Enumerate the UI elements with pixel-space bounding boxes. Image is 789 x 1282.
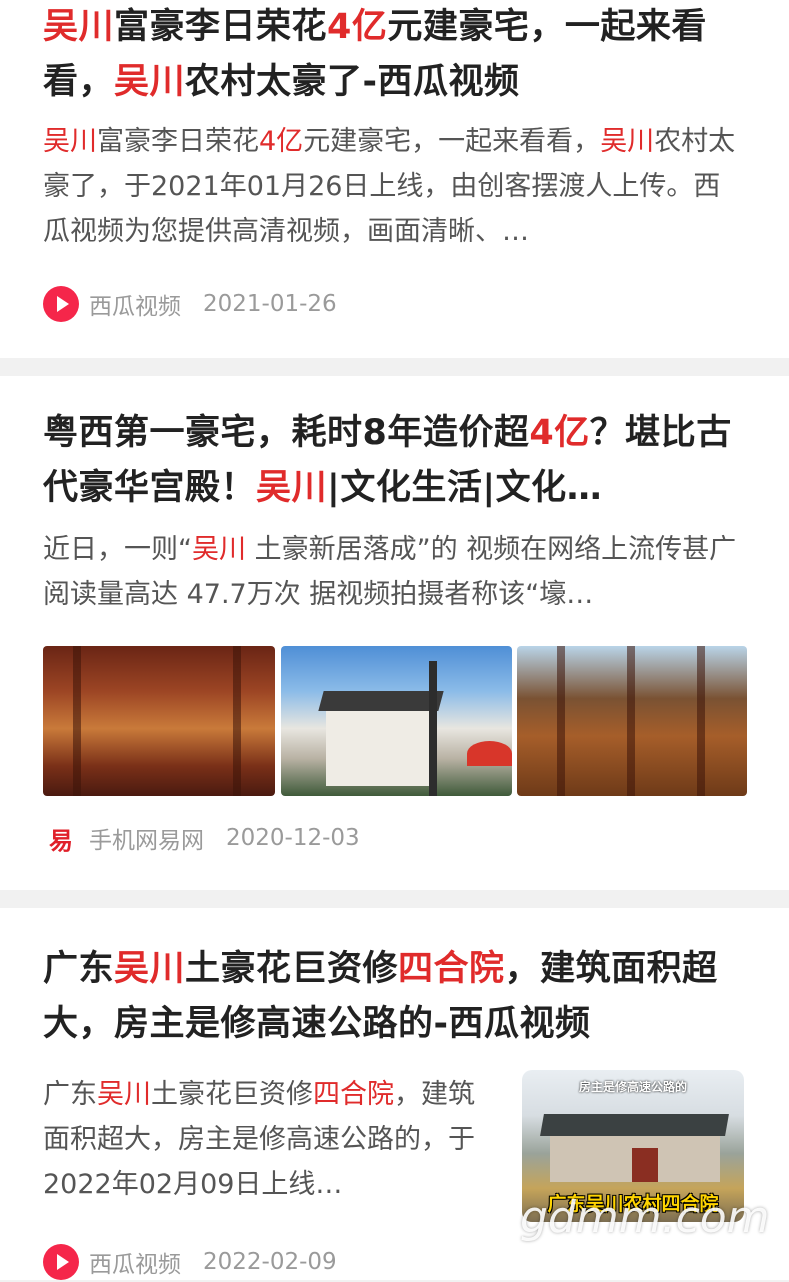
result-title[interactable]: 粤西第一豪宅，耗时8年造价超4亿？堪比古代豪华宫殿！吴川|文化生活|文化… [43, 406, 749, 516]
xigua-video-icon [43, 1244, 79, 1280]
search-result-card[interactable]: 粤西第一豪宅，耗时8年造价超4亿？堪比古代豪华宫殿！吴川|文化生活|文化… 近日… [0, 376, 789, 890]
thumbnail-image[interactable] [43, 646, 275, 796]
xigua-video-icon [43, 286, 79, 322]
source-name: 西瓜视频 [89, 294, 181, 320]
source-name: 西瓜视频 [89, 1252, 181, 1278]
thumbnail-image[interactable] [281, 646, 512, 796]
result-meta: 西瓜视频 2021-01-26 [43, 284, 337, 324]
result-meta: 西瓜视频 2022-02-09 [43, 1242, 337, 1282]
result-title[interactable]: 吴川富豪李日荣花4亿元建豪宅，一起来看看，吴川农村太豪了-西瓜视频 [43, 0, 749, 110]
publish-date: 2020-12-03 [226, 825, 360, 851]
netease-icon: 易 [49, 825, 73, 855]
thumbnail-image[interactable] [517, 646, 747, 796]
publish-date: 2021-01-26 [203, 291, 337, 317]
site-watermark: gdmm.com [520, 1192, 770, 1243]
source-name: 手机网易网 [89, 828, 204, 854]
result-meta: 易 手机网易网 2020-12-03 [43, 818, 360, 858]
search-result-card[interactable]: 吴川富豪李日荣花4亿元建豪宅，一起来看看，吴川农村太豪了-西瓜视频 吴川富豪李日… [0, 0, 789, 358]
result-description: 近日，一则“吴川 土豪新居落成”的 视频在网络上流传甚广 阅读量高达 47.7万… [43, 534, 737, 610]
result-title[interactable]: 广东吴川土豪花巨资修四合院，建筑面积超大，房主是修高速公路的-西瓜视频 [43, 942, 749, 1052]
result-description: 吴川富豪李日荣花4亿元建豪宅，一起来看看，吴川农村太豪了，于2021年01月26… [43, 126, 736, 247]
result-description: 广东吴川土豪花巨资修四合院，建筑面积超大，房主是修高速公路的，于2022年02月… [43, 1079, 475, 1200]
publish-date: 2022-02-09 [203, 1249, 337, 1275]
thumbnail-caption-top: 房主是修高速公路的 [578, 1080, 687, 1094]
